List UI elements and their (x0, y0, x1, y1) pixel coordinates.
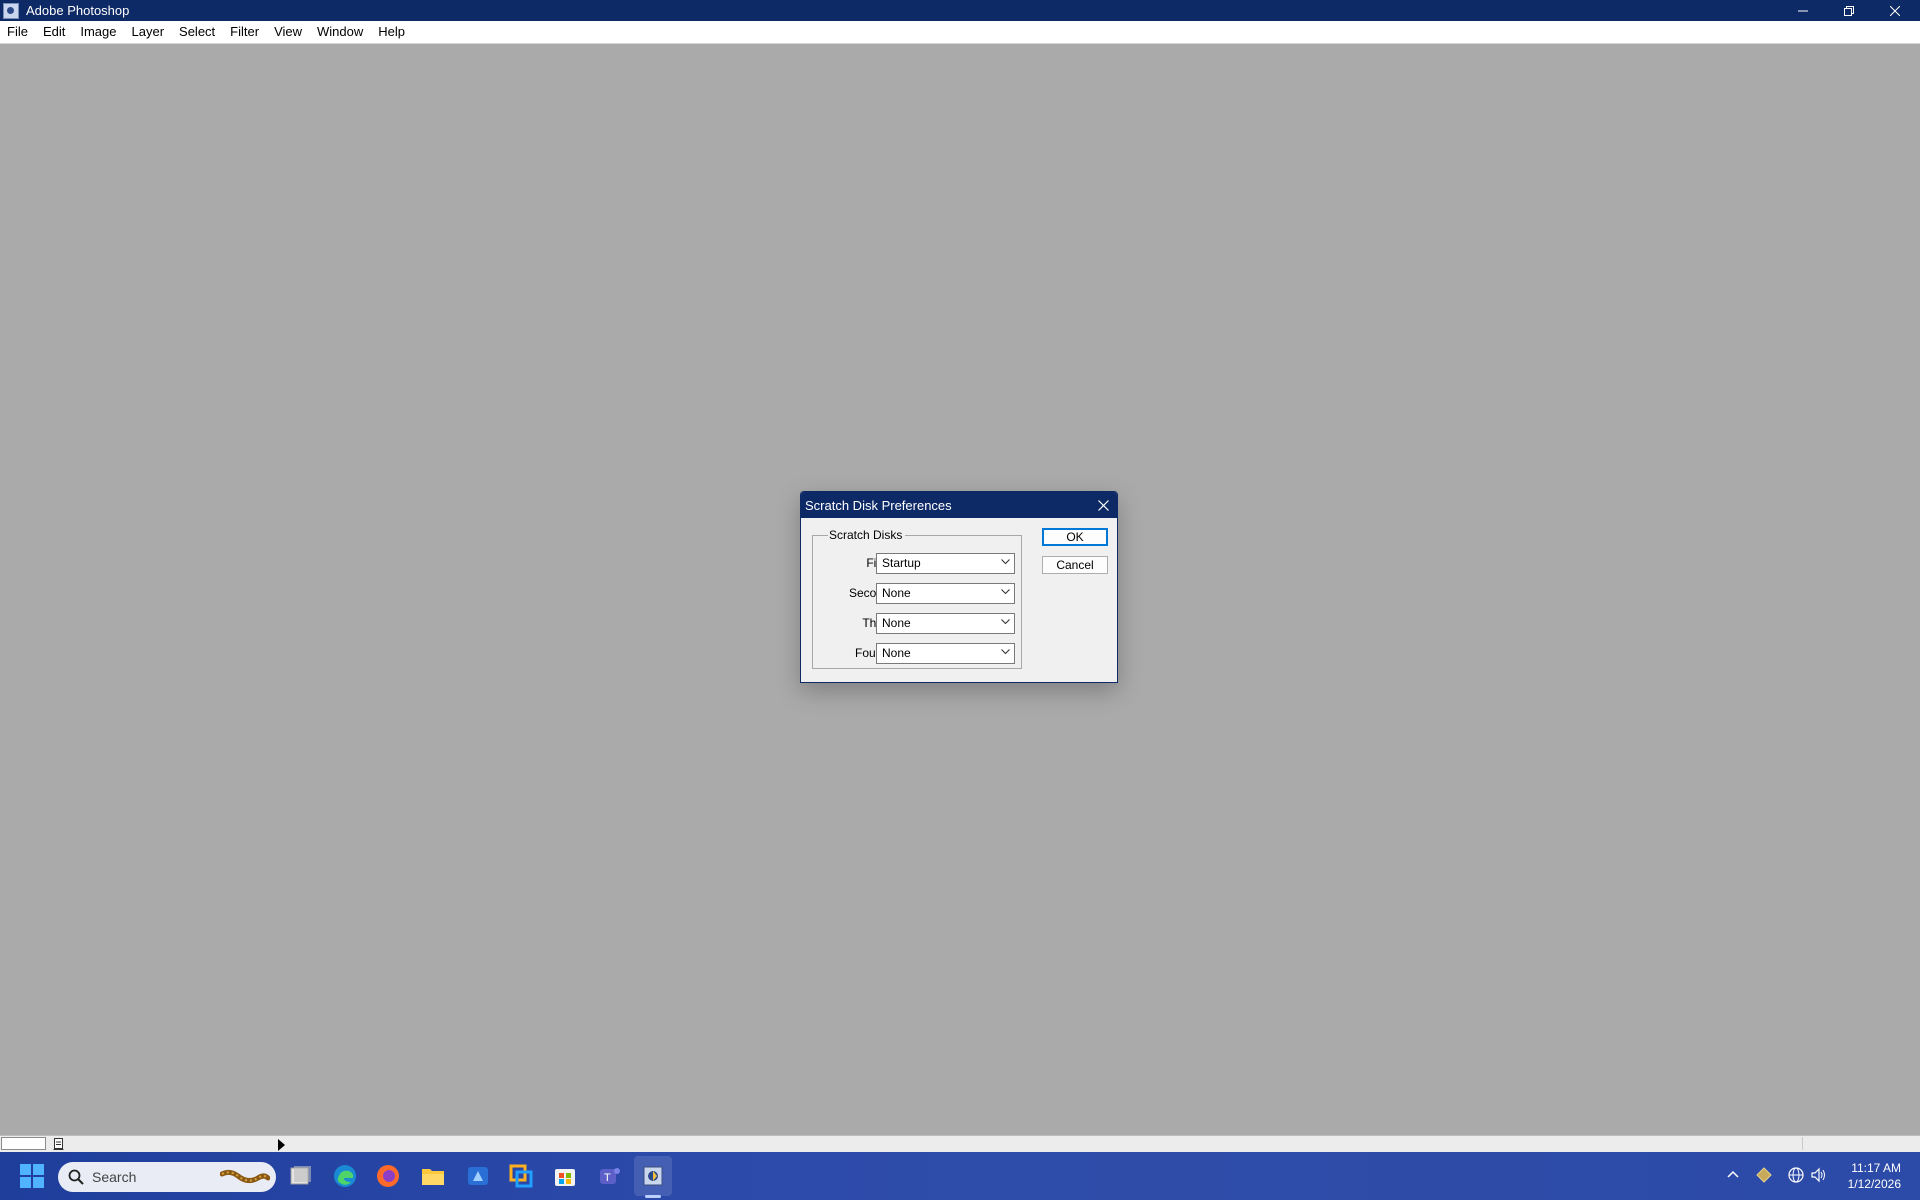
dialog-title-bar: Scratch Disk Preferences (801, 492, 1117, 518)
third-disk-value: None (882, 616, 911, 630)
active-app-indicator (645, 1195, 661, 1198)
chevron-down-icon (1001, 649, 1010, 655)
volume-icon[interactable] (1810, 1166, 1828, 1184)
menu-bar: File Edit Image Layer Select Filter View… (0, 21, 1920, 44)
ok-button[interactable]: OK (1042, 528, 1108, 546)
menu-filter[interactable]: Filter (223, 21, 267, 43)
dialog-title: Scratch Disk Preferences (805, 497, 952, 513)
clock-time: 11:17 AM (1851, 1161, 1901, 1175)
fourth-disk-value: None (882, 646, 911, 660)
system-clock[interactable]: 11:17 AM 1/12/2026 (1848, 1160, 1901, 1192)
teams-icon[interactable]: T (596, 1163, 622, 1189)
window-title: Adobe Photoshop (26, 3, 130, 18)
file-explorer-icon[interactable] (420, 1163, 446, 1189)
menu-view[interactable]: View (267, 21, 310, 43)
chevron-down-icon (1001, 559, 1010, 565)
close-window-button[interactable] (1872, 0, 1918, 21)
clock-date: 1/12/2026 (1847, 1177, 1901, 1191)
menu-layer[interactable]: Layer (125, 21, 173, 43)
third-disk-row: Third: None (813, 613, 1023, 635)
chevron-down-icon (1001, 619, 1010, 625)
scratch-disks-group: Scratch Disks First: Startup Second: Non… (812, 528, 1023, 669)
taskbar-search[interactable]: Search (58, 1162, 276, 1192)
search-placeholder: Search (92, 1169, 137, 1185)
document-info-icon[interactable] (53, 1138, 64, 1150)
tray-app-icon[interactable] (1755, 1166, 1773, 1184)
status-divider (1802, 1137, 1803, 1150)
first-disk-select[interactable]: Startup (876, 553, 1015, 574)
minimize-button[interactable] (1780, 0, 1826, 21)
first-disk-row: First: Startup (813, 553, 1023, 575)
menu-select[interactable]: Select (172, 21, 223, 43)
fourth-disk-row: Fourth: None (813, 643, 1023, 665)
cancel-button[interactable]: Cancel (1042, 556, 1108, 574)
close-icon (1097, 499, 1109, 511)
microsoft-store-icon[interactable] (552, 1163, 578, 1189)
network-globe-icon[interactable] (1787, 1166, 1805, 1184)
second-disk-select[interactable]: None (876, 583, 1015, 604)
menu-image[interactable]: Image (73, 21, 124, 43)
app-icon-blue[interactable] (465, 1163, 491, 1189)
second-disk-value: None (882, 586, 911, 600)
photoshop-taskbar-icon[interactable] (640, 1163, 666, 1189)
firefox-icon[interactable] (375, 1163, 401, 1189)
search-icon (68, 1169, 84, 1185)
close-icon (1890, 5, 1900, 16)
edge-browser-icon[interactable] (332, 1163, 358, 1189)
second-disk-row: Second: None (813, 583, 1023, 605)
scratch-disk-dialog: Scratch Disk Preferences Scratch Disks F… (800, 491, 1118, 683)
dialog-close-button[interactable] (1095, 497, 1111, 513)
window-title-bar: Adobe Photoshop (0, 0, 1920, 21)
menu-window[interactable]: Window (310, 21, 371, 43)
third-disk-select[interactable]: None (876, 613, 1015, 634)
windows-start-icon[interactable] (19, 1163, 45, 1189)
minimize-icon (1798, 10, 1808, 11)
search-highlight-icon (220, 1169, 270, 1184)
first-disk-value: Startup (882, 556, 921, 570)
fourth-disk-select[interactable]: None (876, 643, 1015, 664)
menu-help[interactable]: Help (371, 21, 413, 43)
restore-button[interactable] (1826, 0, 1872, 21)
menu-edit[interactable]: Edit (36, 21, 73, 43)
menu-file[interactable]: File (0, 21, 36, 43)
taskbar: Search T 11:17 AM 1/12/2026 (0, 1152, 1920, 1200)
group-label: Scratch Disks (828, 528, 906, 542)
svg-text:T: T (604, 1172, 611, 1184)
app-icon-orange[interactable] (508, 1163, 534, 1189)
zoom-field[interactable] (1, 1137, 46, 1150)
photoshop-app-icon (3, 2, 19, 19)
status-bar (0, 1135, 1920, 1152)
chevron-up-icon[interactable] (1724, 1166, 1742, 1184)
restore-icon (1844, 5, 1854, 16)
status-menu-arrow-icon[interactable] (278, 1139, 285, 1151)
task-view-icon[interactable] (288, 1163, 314, 1189)
chevron-down-icon (1001, 589, 1010, 595)
